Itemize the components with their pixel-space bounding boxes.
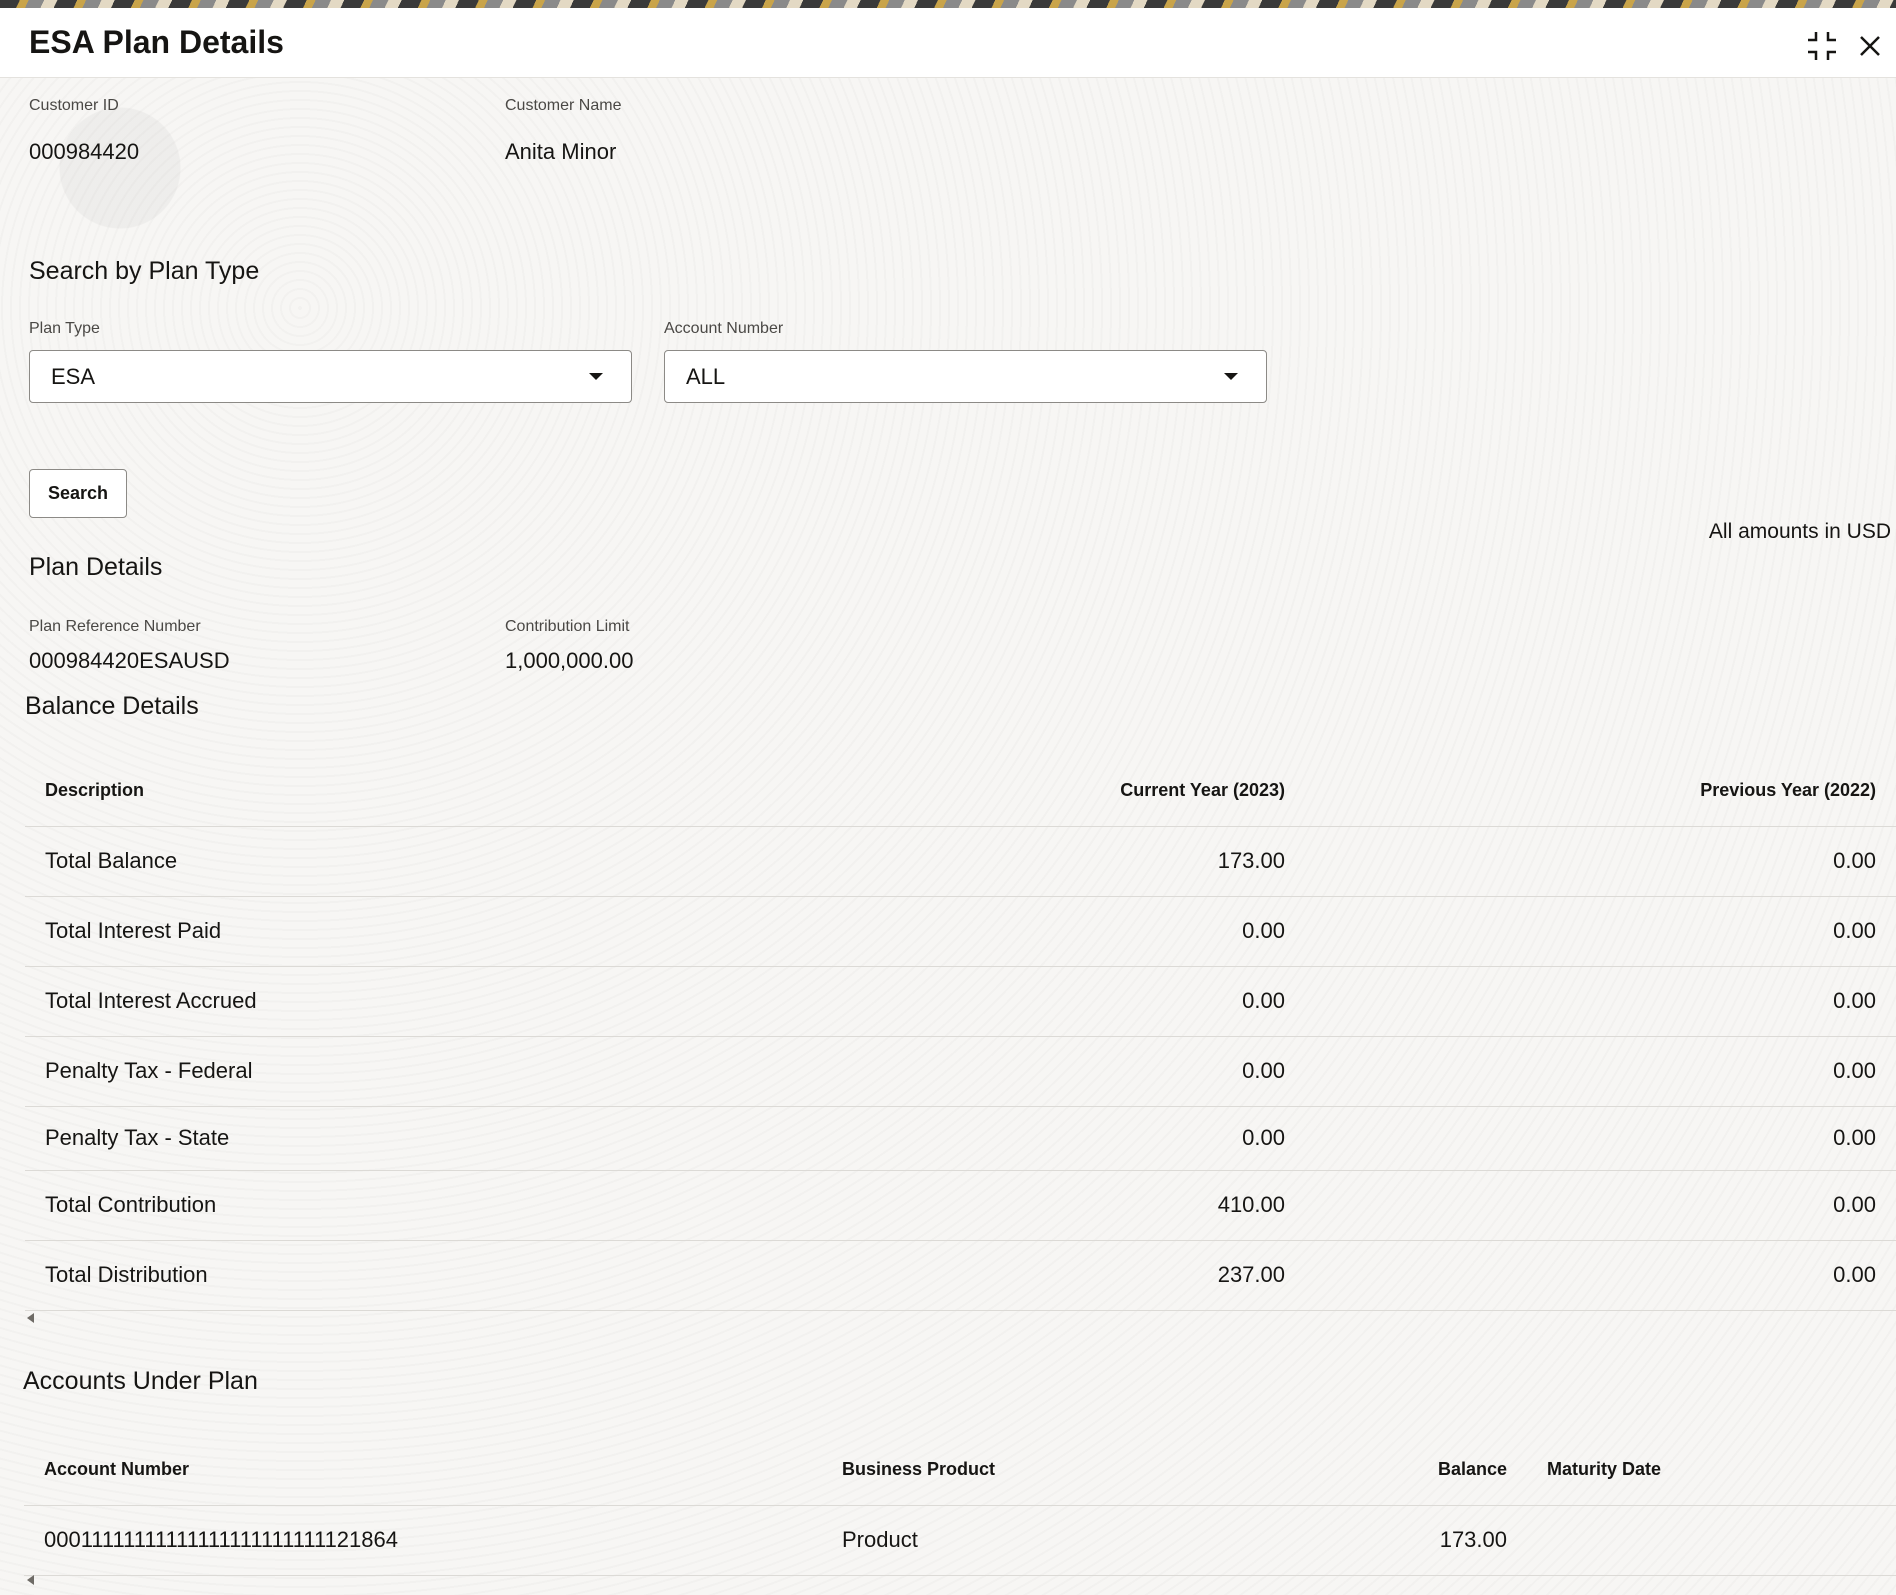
table-row: Total Distribution 237.00 0.00 bbox=[25, 1240, 1896, 1311]
balance-description: Total Contribution bbox=[25, 1170, 785, 1241]
customer-name-label: Customer Name bbox=[505, 97, 622, 114]
plan-type-label: Plan Type bbox=[29, 320, 100, 337]
chevron-down-icon bbox=[1224, 373, 1238, 380]
account-number-select[interactable]: ALL bbox=[664, 350, 1267, 403]
esa-plan-details-window: ESA Plan Details Customer ID 000984420 C… bbox=[0, 8, 1896, 1595]
balance-previous-year: 0.00 bbox=[1305, 896, 1896, 967]
balance-cell: 173.00 bbox=[1365, 1505, 1527, 1576]
balance-description: Total Balance bbox=[25, 826, 785, 897]
balance-table-horizontal-scrollbar[interactable] bbox=[27, 1311, 1896, 1323]
accounts-table-horizontal-scrollbar[interactable] bbox=[27, 1573, 1896, 1585]
column-header-current-year: Current Year (2023) bbox=[785, 756, 1305, 827]
balance-previous-year: 0.00 bbox=[1305, 1106, 1896, 1171]
accounts-under-plan-table: Account Number Business Product Balance … bbox=[24, 1435, 1896, 1576]
accounts-under-plan-title: Accounts Under Plan bbox=[23, 1367, 258, 1395]
search-section-title: Search by Plan Type bbox=[29, 257, 260, 285]
top-decorative-strip bbox=[0, 0, 1896, 8]
balance-current-year: 0.00 bbox=[785, 966, 1305, 1037]
scroll-left-arrow-icon[interactable] bbox=[27, 1313, 34, 1323]
balance-previous-year: 0.00 bbox=[1305, 1170, 1896, 1241]
balance-description: Penalty Tax - State bbox=[25, 1106, 785, 1171]
table-row: Penalty Tax - Federal 0.00 0.00 bbox=[25, 1036, 1896, 1107]
table-row: Total Interest Accrued 0.00 0.00 bbox=[25, 966, 1896, 1037]
scroll-left-arrow-icon[interactable] bbox=[27, 1575, 34, 1585]
balance-current-year: 410.00 bbox=[785, 1170, 1305, 1241]
balance-description: Total Interest Accrued bbox=[25, 966, 785, 1037]
balance-previous-year: 0.00 bbox=[1305, 1240, 1896, 1311]
plan-type-select[interactable]: ESA bbox=[29, 350, 632, 403]
balance-details-table: Description Current Year (2023) Previous… bbox=[25, 756, 1896, 1311]
balance-current-year: 237.00 bbox=[785, 1240, 1305, 1311]
contribution-limit-value: 1,000,000.00 bbox=[505, 648, 634, 673]
account-number-selected-value: ALL bbox=[686, 364, 726, 389]
customer-name-value: Anita Minor bbox=[505, 139, 617, 164]
customer-id-value: 000984420 bbox=[29, 139, 140, 164]
chevron-down-icon bbox=[589, 373, 603, 380]
customer-id-label: Customer ID bbox=[29, 97, 119, 114]
titlebar: ESA Plan Details bbox=[0, 8, 1896, 78]
close-icon[interactable] bbox=[1852, 28, 1888, 64]
plan-reference-label: Plan Reference Number bbox=[29, 618, 201, 635]
column-header-maturity-date: Maturity Date bbox=[1527, 1435, 1896, 1506]
collapse-icon[interactable] bbox=[1804, 28, 1840, 64]
balance-description: Penalty Tax - Federal bbox=[25, 1036, 785, 1107]
table-row: Total Contribution 410.00 0.00 bbox=[25, 1170, 1896, 1241]
search-button[interactable]: Search bbox=[29, 469, 127, 518]
balance-previous-year: 0.00 bbox=[1305, 966, 1896, 1037]
amounts-currency-note: All amounts in USD bbox=[1708, 520, 1891, 543]
table-row[interactable]: 00011111111111111111111111121864 Product… bbox=[24, 1505, 1896, 1576]
table-row: Total Balance 173.00 0.00 bbox=[25, 826, 1896, 897]
balance-current-year: 0.00 bbox=[785, 896, 1305, 967]
plan-details-title: Plan Details bbox=[29, 553, 163, 581]
window-title: ESA Plan Details bbox=[29, 24, 284, 60]
column-header-balance: Balance bbox=[1365, 1435, 1527, 1506]
balance-current-year: 173.00 bbox=[785, 826, 1305, 897]
balance-description: Total Interest Paid bbox=[25, 896, 785, 967]
table-row: Penalty Tax - State 0.00 0.00 bbox=[25, 1106, 1896, 1171]
balance-previous-year: 0.00 bbox=[1305, 826, 1896, 897]
column-header-description: Description bbox=[25, 756, 785, 827]
balance-current-year: 0.00 bbox=[785, 1036, 1305, 1107]
table-row: Total Interest Paid 0.00 0.00 bbox=[25, 896, 1896, 967]
balance-details-title: Balance Details bbox=[25, 692, 199, 720]
balance-current-year: 0.00 bbox=[785, 1106, 1305, 1171]
balance-previous-year: 0.00 bbox=[1305, 1036, 1896, 1107]
contribution-limit-label: Contribution Limit bbox=[505, 618, 630, 635]
account-number-cell: 00011111111111111111111111121864 bbox=[24, 1505, 822, 1576]
table-header-row: Account Number Business Product Balance … bbox=[24, 1435, 1896, 1506]
business-product-cell: Product bbox=[822, 1505, 1365, 1576]
table-header-row: Description Current Year (2023) Previous… bbox=[25, 756, 1896, 827]
account-number-label: Account Number bbox=[664, 320, 784, 337]
balance-description: Total Distribution bbox=[25, 1240, 785, 1311]
column-header-previous-year: Previous Year (2022) bbox=[1305, 756, 1896, 827]
column-header-account-number: Account Number bbox=[24, 1435, 822, 1506]
plan-reference-value: 000984420ESAUSD bbox=[29, 648, 230, 673]
column-header-business-product: Business Product bbox=[822, 1435, 1365, 1506]
maturity-date-cell bbox=[1527, 1505, 1896, 1576]
plan-type-selected-value: ESA bbox=[51, 364, 96, 389]
